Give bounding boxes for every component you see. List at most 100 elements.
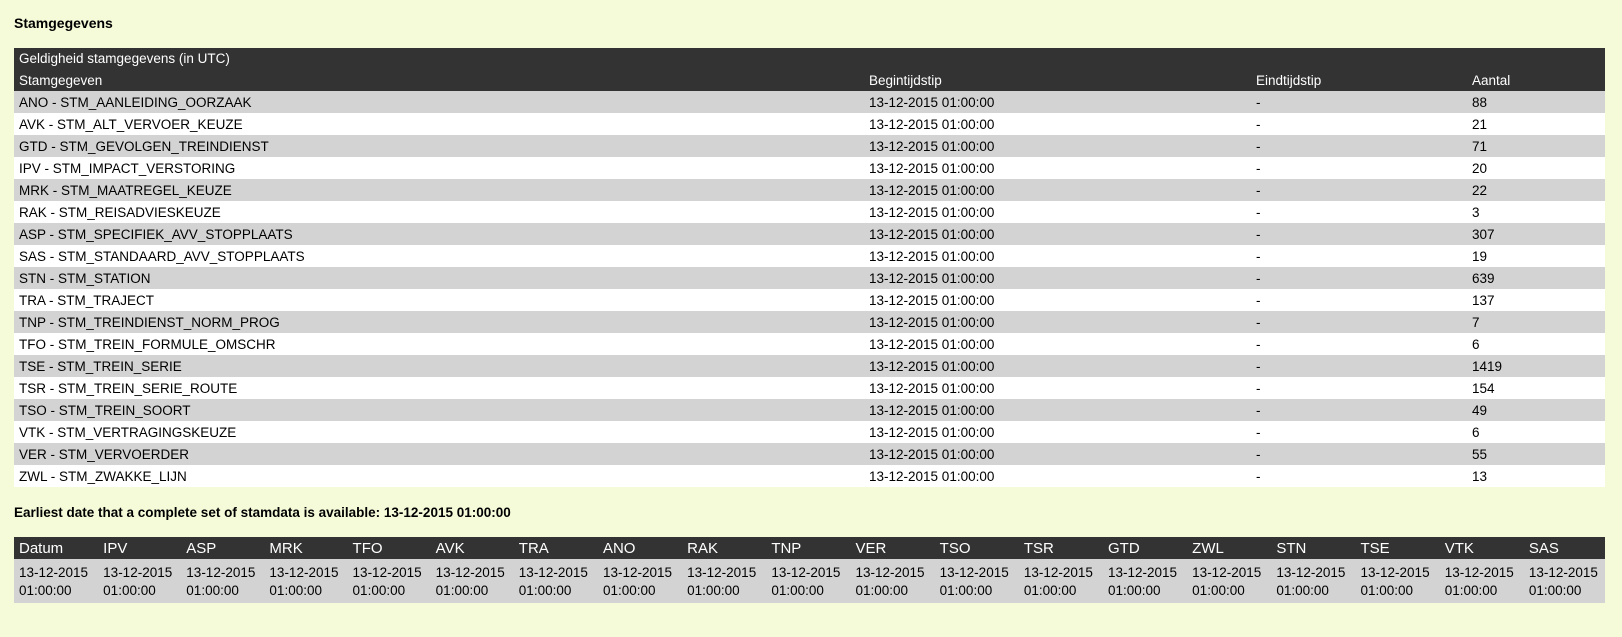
cell-eindtijdstip: - — [1251, 399, 1467, 421]
cell-stamgegeven: TRA - STM_TRAJECT — [14, 289, 864, 311]
cell-stamgegeven: GTD - STM_GEVOLGEN_TREINDIENST — [14, 135, 864, 157]
table-row: IPV - STM_IMPACT_VERSTORING 13-12-2015 01… — [14, 157, 1606, 179]
cell-stamgegeven: MRK - STM_MAATREGEL_KEUZE — [14, 179, 864, 201]
cell-aantal: 137 — [1467, 289, 1606, 311]
cell-begintijdstip: 13-12-2015 01:00:00 — [864, 377, 1251, 399]
dates-cell: 13-12-2015 01:00:00 — [98, 559, 182, 603]
table-row: TFO - STM_TREIN_FORMULE_OMSCHR 13-12-2015… — [14, 333, 1606, 355]
cell-eindtijdstip: - — [1251, 267, 1467, 289]
cell-eindtijdstip: - — [1251, 311, 1467, 333]
table-row: ANO - STM_AANLEIDING_OORZAAK 13-12-2015 0… — [14, 91, 1606, 113]
cell-begintijdstip: 13-12-2015 01:00:00 — [864, 333, 1251, 355]
table-row: RAK - STM_REISADVIESKEUZE 13-12-2015 01:0… — [14, 201, 1606, 223]
table-row: SAS - STM_STANDAARD_AVV_STOPPLAATS 13-12-… — [14, 245, 1606, 267]
dates-cell: 13-12-2015 01:00:00 — [1187, 559, 1272, 603]
cell-eindtijdstip: - — [1251, 333, 1467, 355]
cell-stamgegeven: SAS - STM_STANDAARD_AVV_STOPPLAATS — [14, 245, 864, 267]
cell-eindtijdstip: - — [1251, 245, 1467, 267]
table-row: GTD - STM_GEVOLGEN_TREINDIENST 13-12-2015… — [14, 135, 1606, 157]
table-row: VTK - STM_VERTRAGINGSKEUZE 13-12-2015 01:… — [14, 421, 1606, 443]
table-row: TNP - STM_TREINDIENST_NORM_PROG 13-12-201… — [14, 311, 1606, 333]
dates-cell: 13-12-2015 01:00:00 — [181, 559, 265, 603]
dates-cell: 13-12-2015 01:00:00 — [766, 559, 851, 603]
cell-aantal: 307 — [1467, 223, 1606, 245]
dates-cell: 13-12-2015 01:00:00 — [264, 559, 348, 603]
cell-aantal: 639 — [1467, 267, 1606, 289]
dates-cell: 13-12-2015 01:00:00 — [850, 559, 935, 603]
earliest-date-label: Earliest date that a complete set of sta… — [14, 505, 381, 520]
dates-cell: 13-12-2015 01:00:00 — [1439, 559, 1524, 603]
dates-table: Datum IPV ASP MRK TFO AVK TRA ANO RAK TNP VER TSO TS… — [14, 537, 1605, 603]
cell-begintijdstip: 13-12-2015 01:00:00 — [864, 223, 1251, 245]
cell-begintijdstip: 13-12-2015 01:00:00 — [864, 157, 1251, 179]
cell-aantal: 21 — [1467, 113, 1606, 135]
cell-begintijdstip: 13-12-2015 01:00:00 — [864, 91, 1251, 113]
dates-column-header: VTK — [1439, 537, 1524, 559]
cell-stamgegeven: IPV - STM_IMPACT_VERSTORING — [14, 157, 864, 179]
cell-aantal: 71 — [1467, 135, 1606, 157]
cell-aantal: 88 — [1467, 91, 1606, 113]
dates-column-header: RAK — [682, 537, 767, 559]
page-title: Stamgegevens — [14, 15, 113, 31]
cell-eindtijdstip: - — [1251, 91, 1467, 113]
cell-eindtijdstip: - — [1251, 465, 1467, 487]
cell-begintijdstip: 13-12-2015 01:00:00 — [864, 355, 1251, 377]
cell-eindtijdstip: - — [1251, 377, 1467, 399]
dates-column-header: TRA — [513, 537, 598, 559]
dates-header-row: Datum IPV ASP MRK TFO AVK TRA ANO RAK TNP VER TSO TS… — [14, 537, 1605, 559]
cell-begintijdstip: 13-12-2015 01:00:00 — [864, 113, 1251, 135]
cell-stamgegeven: RAK - STM_REISADVIESKEUZE — [14, 201, 864, 223]
dates-cell: 13-12-2015 01:00:00 — [1271, 559, 1356, 603]
cell-aantal: 1419 — [1467, 355, 1606, 377]
cell-aantal: 19 — [1467, 245, 1606, 267]
cell-begintijdstip: 13-12-2015 01:00:00 — [864, 267, 1251, 289]
dates-column-header: STN — [1271, 537, 1356, 559]
cell-stamgegeven: STN - STM_STATION — [14, 267, 864, 289]
cell-stamgegeven: TSR - STM_TREIN_SERIE_ROUTE — [14, 377, 864, 399]
table-row: ZWL - STM_ZWAKKE_LIJN 13-12-2015 01:00:00… — [14, 465, 1606, 487]
cell-eindtijdstip: - — [1251, 201, 1467, 223]
cell-eindtijdstip: - — [1251, 135, 1467, 157]
cell-stamgegeven: TSO - STM_TREIN_SOORT — [14, 399, 864, 421]
table-row: VER - STM_VERVOERDER 13-12-2015 01:00:00-… — [14, 443, 1606, 465]
dates-data-row: 13-12-2015 01:00:00 13-12-2015 01:00:00 13… — [14, 559, 1605, 603]
column-header-stamgegeven: Stamgegeven — [14, 69, 864, 91]
table-row: TSR - STM_TREIN_SERIE_ROUTE 13-12-2015 01… — [14, 377, 1606, 399]
table-caption: Geldigheid stamgegevens (in UTC) — [14, 48, 1606, 69]
cell-stamgegeven: TNP - STM_TREINDIENST_NORM_PROG — [14, 311, 864, 333]
dates-cell: 13-12-2015 01:00:00 — [347, 559, 431, 603]
cell-aantal: 6 — [1467, 421, 1606, 443]
cell-aantal: 13 — [1467, 465, 1606, 487]
cell-begintijdstip: 13-12-2015 01:00:00 — [864, 135, 1251, 157]
column-header-aantal: Aantal — [1467, 69, 1606, 91]
dates-column-header: GTD — [1103, 537, 1188, 559]
table-caption-row: Geldigheid stamgegevens (in UTC) — [14, 48, 1606, 69]
earliest-date-value: 13-12-2015 01:00:00 — [383, 505, 511, 520]
dates-cell: 13-12-2015 01:00:00 — [1018, 559, 1103, 603]
dates-cell: 13-12-2015 01:00:00 — [1355, 559, 1440, 603]
cell-begintijdstip: 13-12-2015 01:00:00 — [864, 201, 1251, 223]
table-row: TSE - STM_TREIN_SERIE 13-12-2015 01:00:00… — [14, 355, 1606, 377]
dates-column-header: ANO — [597, 537, 683, 559]
table-row: TSO - STM_TREIN_SOORT 13-12-2015 01:00:00… — [14, 399, 1606, 421]
dates-column-header: VER — [850, 537, 935, 559]
dates-cell: 13-12-2015 01:00:00 — [430, 559, 514, 603]
cell-aantal: 49 — [1467, 399, 1606, 421]
validity-table: Geldigheid stamgegevens (in UTC) Stamgeg… — [14, 48, 1606, 487]
cell-eindtijdstip: - — [1251, 443, 1467, 465]
cell-aantal: 55 — [1467, 443, 1606, 465]
table-row: ASP - STM_SPECIFIEK_AVV_STOPPLAATS 13-12-… — [14, 223, 1606, 245]
cell-aantal: 20 — [1467, 157, 1606, 179]
cell-begintijdstip: 13-12-2015 01:00:00 — [864, 245, 1251, 267]
cell-eindtijdstip: - — [1251, 289, 1467, 311]
cell-eindtijdstip: - — [1251, 421, 1467, 443]
dates-column-header: IPV — [98, 537, 182, 559]
dates-column-header: ZWL — [1187, 537, 1272, 559]
dates-cell: 13-12-2015 01:00:00 — [14, 559, 99, 603]
earliest-date-text: Earliest date that a complete set of sta… — [14, 505, 511, 520]
cell-begintijdstip: 13-12-2015 01:00:00 — [864, 465, 1251, 487]
cell-aantal: 22 — [1467, 179, 1606, 201]
dates-cell: 13-12-2015 01:00:00 — [1103, 559, 1188, 603]
dates-cell: 13-12-2015 01:00:00 — [513, 559, 598, 603]
column-header-begintijdstip: Begintijdstip — [864, 69, 1251, 91]
